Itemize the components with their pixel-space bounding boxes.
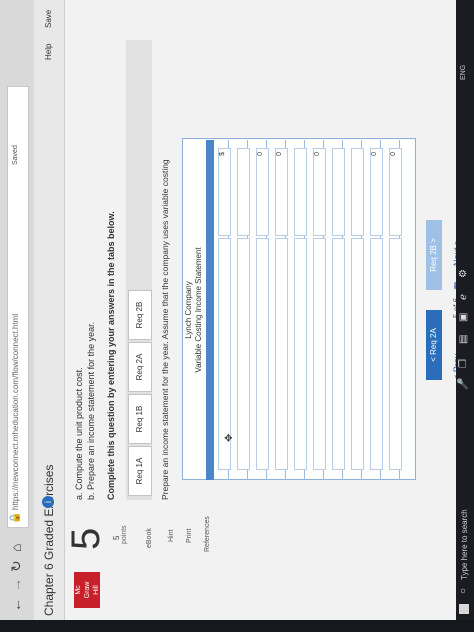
row-label-select[interactable] (389, 238, 402, 470)
company-name: Lynch Company (184, 281, 193, 339)
table-header-band (206, 140, 214, 480)
row-label-select[interactable] (370, 238, 383, 470)
tab-req-1a[interactable]: Req 1A (128, 446, 152, 496)
taskbar-search-input[interactable]: Type here to search (460, 509, 469, 580)
row-label-select[interactable] (275, 238, 288, 470)
row-amount-text (352, 149, 359, 152)
row-amount-input[interactable]: 0 (256, 148, 269, 236)
prev-requirement-button[interactable]: < Req 2A (426, 310, 442, 380)
reload-icon[interactable]: ↻ (8, 560, 25, 572)
row-amount-text (333, 149, 340, 152)
lock-icon: 🔒 (10, 511, 21, 524)
file-explorer-icon[interactable]: ▤ (458, 335, 469, 344)
tab-req-1b[interactable]: Req 1B (128, 394, 152, 444)
saved-status: Saved (12, 145, 19, 165)
task-view-icon[interactable]: ❐ (458, 359, 469, 368)
row-amount-input[interactable]: 0 (313, 148, 326, 236)
row-label-select[interactable] (332, 238, 345, 470)
question-number: 5 (64, 527, 108, 550)
cortana-icon[interactable]: ○ (458, 588, 469, 594)
instruction-text: Complete this question by entering your … (106, 211, 116, 500)
question-part-b: b. Prepare an income statement for the y… (86, 321, 96, 500)
row-label-select[interactable] (294, 238, 307, 470)
tab-req-2a[interactable]: Req 2A (128, 342, 152, 392)
points-label: points (121, 525, 128, 544)
row-amount-text: 0 (276, 152, 283, 156)
row-amount-input[interactable] (294, 148, 307, 236)
page-title: Chapter 6 Graded Exercises (42, 464, 56, 616)
row-amount-text: 0 (371, 152, 378, 156)
save-link[interactable]: Save (44, 10, 53, 28)
info-icon[interactable]: i (42, 496, 54, 508)
row-amount-input[interactable] (237, 148, 250, 236)
row-amount-input[interactable]: 0 (275, 148, 288, 236)
row-amount-text (295, 149, 302, 152)
references-link[interactable]: References (204, 516, 211, 552)
screen-bezel-bottom (0, 620, 474, 632)
rotated-screen: ← → ↻ ⌂ 🔒 https://newconnect.mheducation… (0, 0, 474, 620)
row-label-select[interactable] (313, 238, 326, 470)
row-amount-text: $ (219, 152, 226, 156)
url-text[interactable]: https://newconnect.mheducation.com/flow/… (11, 314, 20, 510)
system-tray-language: ENG (460, 64, 467, 80)
row-amount-input[interactable]: 0 (389, 148, 402, 236)
row-amount-text: 0 (314, 152, 321, 156)
back-arrow-icon[interactable]: ← (8, 598, 24, 612)
row-label-select[interactable] (237, 238, 250, 470)
row-label-select[interactable] (256, 238, 269, 470)
edge-browser-icon[interactable]: ℯ (458, 294, 469, 300)
row-amount-input[interactable] (351, 148, 364, 236)
mcgraw-hill-logo: Mc Graw Hill (74, 572, 100, 608)
home-icon[interactable]: ⌂ (8, 544, 24, 552)
help-link[interactable]: Help (44, 44, 53, 60)
store-icon[interactable]: ▣ (458, 313, 469, 322)
row-amount-input[interactable]: 0 (370, 148, 383, 236)
tab-req-2b[interactable]: Req 2B (128, 290, 152, 340)
question-part-a: a. Compute the unit product cost. (74, 367, 84, 500)
cursor-icon: ✥ (224, 433, 235, 442)
windows-start-icon[interactable] (459, 604, 469, 614)
hint-link[interactable]: Hint (168, 530, 175, 542)
row-amount-input[interactable]: $ (218, 148, 231, 236)
settings-gear-icon[interactable]: ⚙ (458, 269, 469, 278)
statement-title: Variable Costing Income Statement (194, 247, 203, 373)
microphone-icon[interactable]: 🎤 (458, 378, 469, 390)
row-label-select[interactable] (351, 238, 364, 470)
row-amount-input[interactable] (332, 148, 345, 236)
next-requirement-button[interactable]: Req 2B > (426, 220, 442, 290)
print-link[interactable]: Print (186, 529, 193, 543)
row-amount-text (238, 149, 245, 152)
forward-arrow-icon[interactable]: → (8, 578, 24, 592)
row-amount-text: 0 (390, 152, 397, 156)
row-amount-text: 0 (257, 152, 264, 156)
requirement-prompt: Prepare an income statement for the year… (160, 159, 170, 500)
points-value: 5 (112, 535, 121, 540)
ebook-link[interactable]: eBook (146, 528, 153, 548)
